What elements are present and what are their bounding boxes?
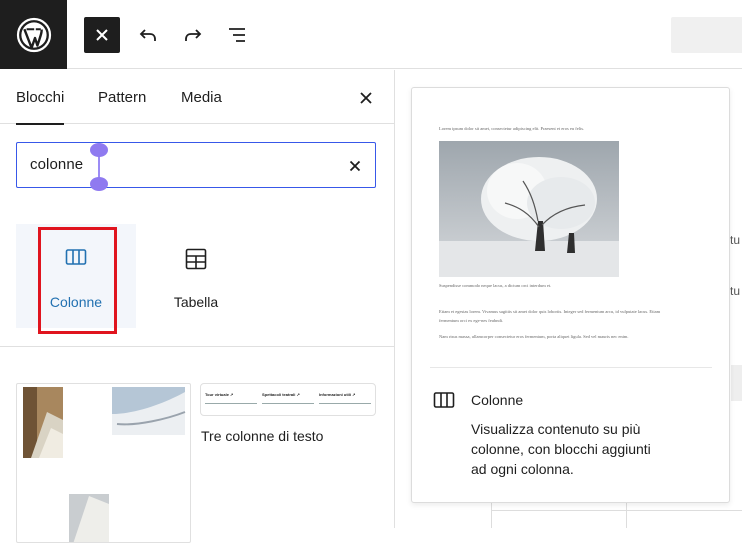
redo-button[interactable] [175,17,211,53]
search-input-value: colonne [30,156,84,173]
block-inserter-panel: Blocchi Pattern Media colonne Colonne Ta… [0,70,395,543]
preview-block-title: Colonne [471,392,524,408]
mini-column: Tour virtuale ↗ [205,392,257,404]
tab-media[interactable]: Media [181,70,222,124]
close-icon [360,92,372,104]
preview-intro-text: Lorem ipsum dolor sit amet, consectetur … [439,126,585,131]
preview-separator [430,367,712,368]
close-icon [349,160,361,172]
mini-column: Spettacoli teatrali ↗ [262,392,314,404]
mini-column-title: Spettacoli teatrali ↗ [262,392,300,397]
redo-icon [185,29,202,41]
cursor-handle-bottom[interactable] [90,177,108,191]
editor-toolbar [0,0,742,69]
annotation-highlight-box [38,227,117,334]
pattern-preview-three-columns[interactable]: Tour virtuale ↗ Spettacoli teatrali ↗ In… [200,383,376,416]
pattern-preview-gallery[interactable] [16,383,191,543]
wordpress-logo-icon[interactable] [0,0,67,69]
undo-icon [139,29,156,41]
close-icon [96,29,108,41]
preview-paragraph-2: Nam risus massa, ullamcorper consectetur… [439,334,629,339]
wordpress-logo-svg [16,17,51,52]
preview-paragraph-1: Etiam et egestas lorem. Vivamus sagittis… [439,309,661,314]
text-cursor [90,143,108,191]
close-panel-button[interactable] [353,85,379,111]
canvas-edge-text: tu [730,284,741,298]
block-icon-wrap [136,248,256,274]
inserter-tabs: Blocchi Pattern Media [0,70,394,125]
mini-line [319,403,371,404]
list-view-button[interactable] [219,17,255,53]
undo-button[interactable] [130,17,166,53]
pattern-label: Tre colonne di testo [201,428,324,444]
gallery-images [23,387,186,542]
preview-tree-image [439,141,619,277]
mini-column-title: Tour virtuale ↗ [205,392,234,397]
canvas-edge-text: tu [730,233,741,247]
preview-block-description: Visualizza contenuto su più colonne, con… [471,421,651,477]
mini-column: Informazioni utili ↗ [319,392,371,404]
preview-paragraph-1b: fermentum orci ex ege-nes feubndi. [439,318,504,323]
tab-blocchi[interactable]: Blocchi [16,70,65,125]
close-inserter-button[interactable] [84,17,120,53]
preview-caption: Suspendisse commodo neque lacus, a dictu… [439,283,552,288]
canvas-table-line [491,510,742,511]
block-item-label: Tabella [173,294,219,310]
block-preview-popover: Lorem ipsum dolor sit amet, consectetur … [411,87,730,503]
toolbar-right-button[interactable] [671,17,742,53]
columns-icon [433,392,455,408]
mini-line [262,403,314,404]
cursor-handle-top[interactable] [90,143,108,157]
mini-line [205,403,257,404]
section-divider [0,346,394,347]
canvas-edge-block [731,365,742,401]
clear-search-button[interactable] [344,155,366,177]
block-item-tabella[interactable]: Tabella [136,224,256,328]
list-view-icon [229,28,245,42]
mini-column-title: Informazioni utili ↗ [319,392,356,397]
block-search-input[interactable]: colonne [16,142,376,191]
tab-pattern[interactable]: Pattern [98,70,146,124]
table-icon [185,248,207,270]
